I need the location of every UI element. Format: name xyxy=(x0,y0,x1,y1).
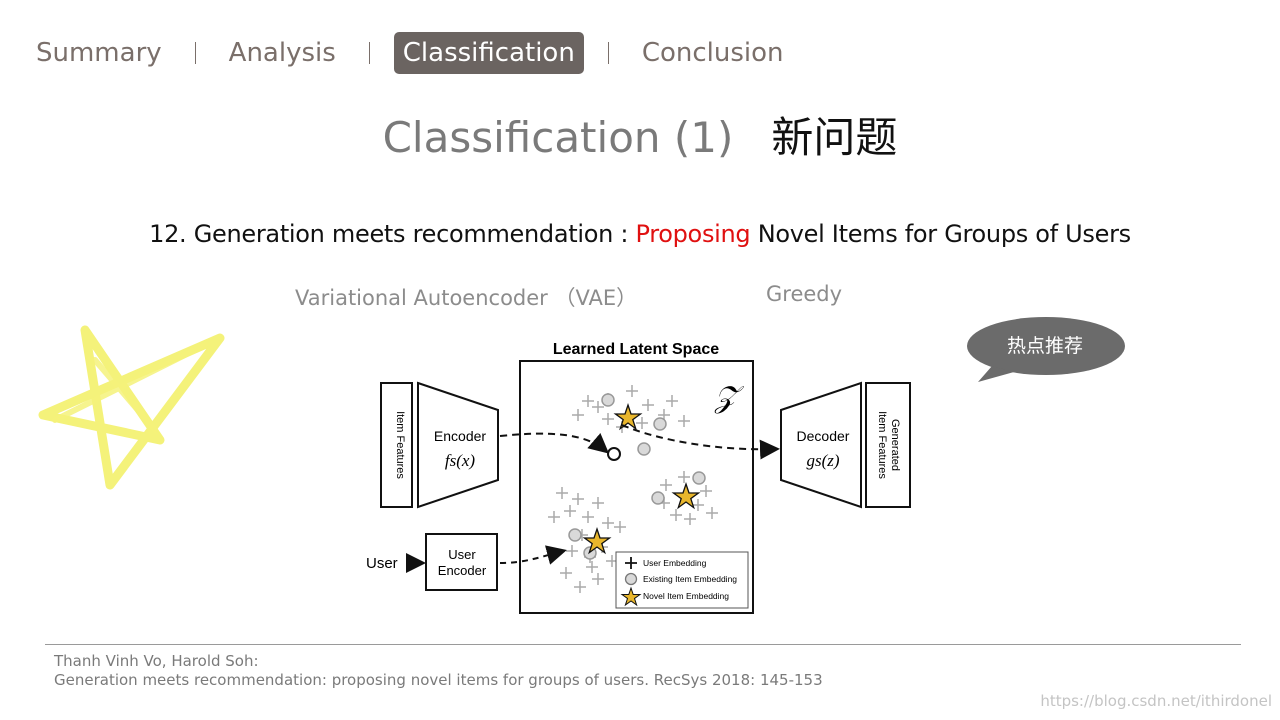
star-doodle-icon xyxy=(38,325,225,490)
citation: Thanh Vinh Vo, Harold Soh: Generation me… xyxy=(54,652,823,690)
nav-classification[interactable]: Classification xyxy=(393,32,584,74)
generated-label-2: Item Features xyxy=(876,411,888,479)
encoder-function: fs(x) xyxy=(445,451,476,470)
top-nav: Summary Analysis Classification Conclusi… xyxy=(36,32,793,74)
encoder-label: Encoder xyxy=(434,428,486,444)
encoder-block xyxy=(417,381,499,509)
decoder-block xyxy=(780,381,862,509)
user-encoder-label-1: User xyxy=(448,547,476,562)
decoder-function: gs(z) xyxy=(806,451,839,470)
paper-heading-prefix: 12. Generation meets recommendation : xyxy=(149,220,636,248)
nav-separator xyxy=(368,42,370,64)
legend-existing-item: Existing Item Embedding xyxy=(643,574,737,584)
generated-label: Generated xyxy=(889,419,901,471)
paper-heading-suffix: Novel Items for Groups of Users xyxy=(750,220,1131,248)
greedy-label: Greedy xyxy=(766,282,843,306)
bubble-text: 热点推荐 xyxy=(1006,335,1083,357)
vae-label: Variational Autoencoder （VAE） xyxy=(295,286,638,310)
paper-heading: 12. Generation meets recommendation : Pr… xyxy=(0,220,1280,248)
citation-authors: Thanh Vinh Vo, Harold Soh: xyxy=(54,652,259,670)
paper-heading-highlight: Proposing xyxy=(635,220,751,248)
decoder-label: Decoder xyxy=(797,428,850,444)
vae-diagram: Item Features Encoder fs(x) Learned Late… xyxy=(366,341,911,614)
nav-conclusion[interactable]: Conclusion xyxy=(633,32,793,74)
nav-analysis[interactable]: Analysis xyxy=(220,32,345,74)
encoded-item-point xyxy=(607,447,621,461)
user-label: User xyxy=(366,555,398,572)
latent-space-title: Learned Latent Space xyxy=(553,341,719,358)
slide-title-cn: 新问题 xyxy=(771,113,898,162)
legend-circle-icon xyxy=(624,572,638,586)
nav-separator xyxy=(194,42,196,64)
user-encoder-label-2: Encoder xyxy=(438,563,487,578)
citation-reference: Generation meets recommendation: proposi… xyxy=(54,671,823,689)
slide-title-main: Classification (1) xyxy=(382,113,734,162)
user-encoder-box xyxy=(425,533,498,591)
legend-user-embedding: User Embedding xyxy=(643,558,707,568)
legend-novel-item: Novel Item Embedding xyxy=(643,591,729,601)
footer-divider xyxy=(45,644,1241,645)
slide-title: Classification (1) 新问题 xyxy=(0,104,1280,165)
watermark: https://blog.csdn.net/ithirdonel xyxy=(1040,692,1272,710)
item-features-label: Item Features xyxy=(394,411,406,479)
nav-separator xyxy=(607,42,609,64)
nav-summary[interactable]: Summary xyxy=(36,32,171,74)
